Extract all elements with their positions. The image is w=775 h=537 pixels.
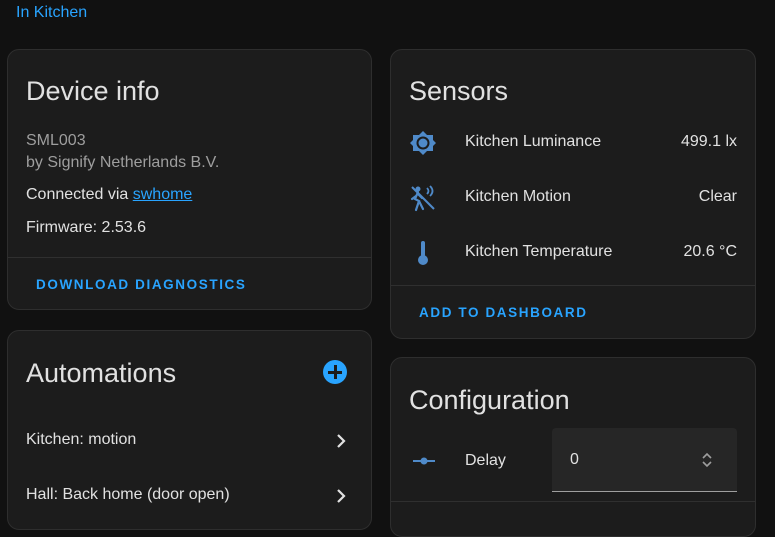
automations-card: Automations Kitchen: motion Hall: Back h… [7, 330, 372, 530]
card-divider [391, 285, 755, 286]
sensor-value: Clear [698, 188, 737, 205]
sensor-value: 499.1 lx [680, 133, 737, 150]
device-firmware: Firmware: 2.53.6 [26, 219, 147, 236]
delay-input[interactable]: 0 [552, 428, 737, 492]
sensors-title: Sensors [409, 76, 509, 106]
sensor-name: Kitchen Motion [465, 188, 571, 205]
area-link[interactable]: In Kitchen [16, 4, 87, 22]
device-manufacturer: by Signify Netherlands B.V. [26, 154, 220, 171]
device-info-card: Device info SML003 by Signify Netherland… [7, 49, 372, 310]
configuration-card: Configuration Delay 0 [390, 357, 756, 537]
add-automation-button[interactable] [323, 360, 347, 384]
download-diagnostics-button[interactable]: DOWNLOAD DIAGNOSTICS [36, 277, 247, 292]
delay-label: Delay [465, 452, 506, 469]
automation-label: Kitchen: motion [26, 431, 137, 448]
sensor-row-temperature[interactable]: Kitchen Temperature 20.6 °C [391, 232, 755, 272]
slider-icon [413, 457, 435, 465]
thermometer-icon [418, 241, 428, 265]
add-to-dashboard-button[interactable]: ADD TO DASHBOARD [419, 305, 588, 320]
device-connection: Connected via swhome [26, 186, 192, 204]
configuration-title: Configuration [409, 385, 570, 415]
card-divider [391, 501, 755, 502]
sensor-name: Kitchen Temperature [465, 243, 613, 260]
device-info-title: Device info [26, 76, 160, 106]
motion-sensor-icon [410, 185, 435, 212]
automation-label: Hall: Back home (door open) [26, 486, 230, 503]
sensor-row-luminance[interactable]: Kitchen Luminance 499.1 lx [391, 122, 755, 162]
spinner-icon[interactable] [700, 450, 714, 470]
connected-via-link[interactable]: swhome [133, 186, 193, 203]
brightness-icon [410, 131, 436, 155]
chevron-right-icon [337, 489, 346, 503]
sensor-row-motion[interactable]: Kitchen Motion Clear [391, 177, 755, 217]
device-model: SML003 [26, 132, 86, 149]
automations-title: Automations [26, 358, 177, 388]
card-divider [8, 257, 371, 258]
delay-value: 0 [570, 451, 579, 468]
sensor-value: 20.6 °C [683, 243, 737, 260]
sensor-name: Kitchen Luminance [465, 133, 602, 150]
sensors-card: Sensors Kitchen Luminance 499.1 lx Kitch… [390, 49, 756, 339]
automation-item[interactable]: Kitchen: motion [8, 419, 371, 463]
connected-prefix: Connected via [26, 186, 133, 203]
chevron-right-icon [337, 434, 346, 448]
automation-item[interactable]: Hall: Back home (door open) [8, 474, 371, 518]
